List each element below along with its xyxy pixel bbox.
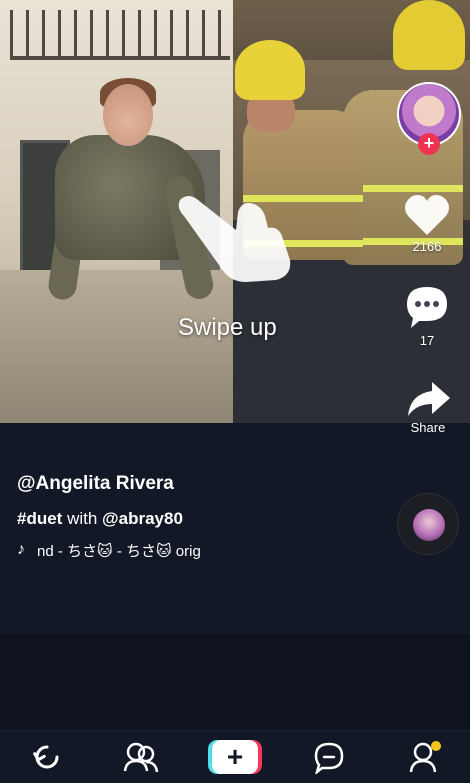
nav-friends[interactable] [113,735,169,779]
nav-create[interactable]: + [207,735,263,779]
stair-railing [10,10,230,60]
with-text: with [67,509,98,528]
share-arrow-icon[interactable] [404,378,452,418]
feed-spacer [0,634,470,730]
bottom-nav: + [0,730,470,783]
comment-icon[interactable] [403,283,451,331]
create-icon[interactable]: + [212,740,258,774]
inbox-icon[interactable] [312,740,346,774]
nav-profile[interactable] [395,735,451,779]
mention-link[interactable]: @abray80 [102,509,183,528]
sound-cover [413,509,445,541]
creator-avatar[interactable]: + [397,82,461,155]
comment-button[interactable]: 17 [397,283,457,348]
nav-refresh[interactable] [19,735,75,779]
video-description: #duet with @abray80 [17,509,183,529]
like-count: 2166 [412,239,442,254]
share-button[interactable]: Share [398,378,458,435]
face [103,84,153,146]
notification-badge [431,741,441,751]
comment-count: 17 [419,333,435,348]
sound-disc[interactable] [397,493,459,555]
like-button[interactable]: 2166 [397,193,457,254]
heart-icon[interactable] [403,193,451,237]
music-title: nd - ちさ🐱 - ちさ🐱 orig [37,542,201,560]
swipe-up-hint: Swipe up [178,314,277,341]
helmet [235,40,305,100]
hashtag-link[interactable]: #duet [17,509,62,528]
music-note-icon: ♪ [17,541,25,558]
swipe-hand-icon [178,196,291,282]
refresh-icon[interactable] [30,740,64,774]
creator-username[interactable]: @Angelita Rivera [17,473,174,495]
friends-icon[interactable] [122,740,160,774]
nav-inbox[interactable] [301,735,357,779]
share-label: Share [410,420,446,435]
music-ticker[interactable]: ♪ nd - ちさ🐱 - ちさ🐱 orig [17,539,257,561]
plus-icon[interactable]: + [418,133,440,155]
helmet [393,0,465,70]
